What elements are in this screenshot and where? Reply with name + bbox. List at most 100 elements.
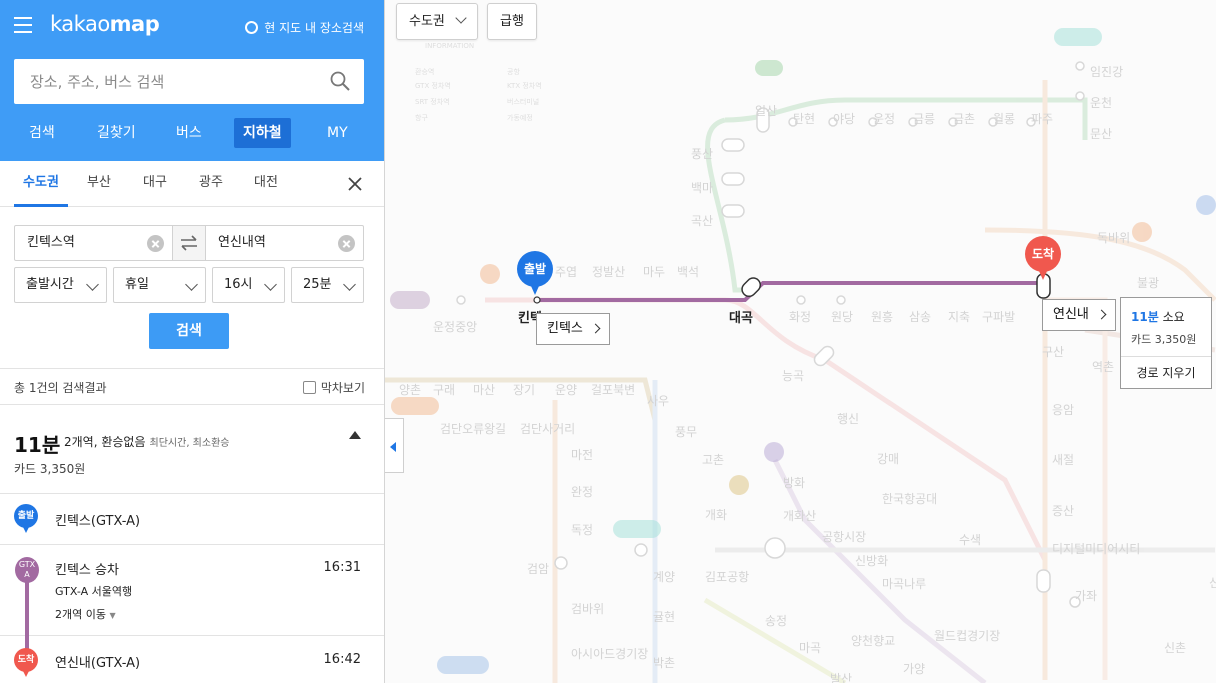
search-input[interactable] bbox=[14, 59, 314, 104]
day-select[interactable]: 휴일 bbox=[113, 267, 206, 303]
menu-icon[interactable] bbox=[14, 17, 32, 33]
arrival-badge: 도착 bbox=[14, 648, 38, 672]
background-station-label: 풍무 bbox=[675, 425, 698, 439]
route-search-button[interactable]: 검색 bbox=[149, 313, 229, 349]
start-pin[interactable]: 출발 bbox=[517, 251, 553, 299]
tab-search[interactable]: 검색 bbox=[29, 118, 55, 148]
tab-subway[interactable]: 지하철 bbox=[234, 118, 291, 148]
route-summary[interactable]: 11분 2개역, 환승없음 최단시간, 최소환승 카드 3,350원 bbox=[0, 405, 384, 494]
route-fare: 카드 3,350원 bbox=[14, 462, 86, 476]
caret-down-icon: ▼ bbox=[109, 611, 116, 620]
chevron-down-icon bbox=[264, 278, 277, 291]
arrival-station: 연신내(GTX-A) bbox=[55, 656, 141, 671]
end-station-callout[interactable]: 연신내 bbox=[1042, 299, 1116, 331]
clear-route-button[interactable]: 경로 지우기 bbox=[1121, 356, 1211, 388]
background-station-label: 백마 bbox=[691, 181, 714, 195]
background-station-label: 응암 bbox=[1052, 403, 1075, 417]
hour-select[interactable]: 16시 bbox=[212, 267, 285, 303]
start-station-callout[interactable]: 킨텍스 bbox=[536, 313, 610, 345]
chevron-down-icon bbox=[185, 278, 198, 291]
background-station-label: 문산 bbox=[1090, 127, 1113, 141]
region-select[interactable]: 수도권 bbox=[396, 3, 478, 40]
tab-directions[interactable]: 길찾기 bbox=[97, 118, 136, 148]
background-station-label: 김포공항 bbox=[705, 570, 750, 584]
last-train-checkbox[interactable]: 막차보기 bbox=[302, 379, 365, 396]
radio-icon bbox=[245, 21, 259, 34]
swap-button[interactable] bbox=[172, 226, 206, 260]
clear-destination-icon[interactable] bbox=[338, 235, 355, 252]
background-station-label: 백석 bbox=[677, 265, 700, 279]
search-icon[interactable] bbox=[330, 71, 350, 91]
city-tabs: 수도권 부산 대구 광주 대전 bbox=[0, 161, 384, 207]
background-station-label: 송정 bbox=[765, 614, 788, 628]
stops-toggle[interactable]: 2개역 이동 ▼ bbox=[55, 606, 116, 622]
background-station-label: 개화산 bbox=[783, 509, 817, 523]
boarding-station: 킨텍스 승차 bbox=[55, 563, 119, 578]
time-mode-select[interactable]: 출발시간 bbox=[14, 267, 107, 303]
map-area-search-label: 현 지도 내 장소검색 bbox=[264, 21, 364, 35]
background-station-label: 신방화 bbox=[855, 554, 889, 568]
start-callout-text: 킨텍스 bbox=[547, 321, 583, 336]
destination-field[interactable]: 연신내역 bbox=[206, 226, 363, 260]
main-tabs: 검색 길찾기 버스 지하철 MY bbox=[0, 118, 384, 150]
background-station-label: 계양 bbox=[653, 570, 676, 584]
route-line bbox=[25, 580, 29, 652]
background-station-label: 증산 bbox=[1052, 504, 1075, 518]
background-station-label: 삼송 bbox=[909, 310, 932, 324]
city-tab-daegu[interactable]: 대구 bbox=[140, 161, 170, 207]
background-station-label: 걸포북변 bbox=[591, 383, 636, 397]
origin-field[interactable]: 킨텍스역 bbox=[15, 226, 172, 260]
background-station-label: 운정 bbox=[873, 112, 896, 126]
collapse-up-icon[interactable] bbox=[349, 431, 361, 439]
city-tab-daejeon[interactable]: 대전 bbox=[251, 161, 281, 207]
map-area-search-toggle[interactable]: 현 지도 내 장소검색 bbox=[245, 19, 364, 36]
route-tags: 최단시간, 최소환승 bbox=[149, 438, 230, 449]
svg-text:KTX 정차역: KTX 정차역 bbox=[507, 81, 542, 90]
line-direction: GTX-A 서울역행 bbox=[55, 585, 133, 598]
background-station-label: 운양 bbox=[555, 383, 578, 397]
popup-duration: 11분 소요 bbox=[1131, 308, 1185, 325]
city-tab-busan[interactable]: 부산 bbox=[84, 161, 114, 207]
stops-count: 2개역 이동 bbox=[55, 608, 106, 621]
background-station-label: 양천향교 bbox=[851, 634, 896, 648]
logo[interactable]: kakaomap bbox=[50, 12, 160, 36]
city-tab-gwangju[interactable]: 광주 bbox=[196, 161, 226, 207]
minute-value: 25분 bbox=[303, 277, 332, 292]
background-station-label: 독바위 bbox=[1097, 231, 1131, 245]
background-station-label: 검암 bbox=[527, 562, 550, 576]
minute-select[interactable]: 25분 bbox=[291, 267, 364, 303]
daegok-station-label: 대곡 bbox=[729, 311, 753, 326]
close-icon[interactable] bbox=[348, 177, 362, 191]
background-station-label: 일산 bbox=[755, 104, 778, 118]
chevron-down-icon bbox=[86, 278, 99, 291]
svg-text:환승역: 환승역 bbox=[415, 67, 434, 76]
background-station-label: 능곡 bbox=[782, 369, 805, 383]
tab-my[interactable]: MY bbox=[327, 118, 348, 148]
subway-map[interactable]: INFORMATION 환승역 GTX 정차역 SRT 정차역 항구 공항 KTX 정차… bbox=[385, 0, 1216, 683]
logo-bold: map bbox=[109, 12, 160, 36]
express-button[interactable]: 급행 bbox=[487, 3, 537, 40]
end-pin[interactable]: 도착 bbox=[1025, 236, 1061, 284]
background-station-label: 화정 bbox=[789, 310, 812, 324]
background-station-label: 금릉 bbox=[913, 112, 936, 126]
chevron-right-icon bbox=[590, 323, 601, 334]
svg-text:가동예정: 가동예정 bbox=[507, 113, 533, 122]
background-station-label: 고촌 bbox=[702, 453, 725, 467]
tab-bus[interactable]: 버스 bbox=[176, 118, 202, 148]
clear-origin-icon[interactable] bbox=[147, 235, 164, 252]
background-station-label: 마전 bbox=[571, 448, 594, 462]
background-station-label: 검단사거리 bbox=[520, 422, 576, 436]
city-tab-seoul[interactable]: 수도권 bbox=[14, 161, 68, 207]
background-station-label: 양촌 bbox=[399, 383, 422, 397]
panel-collapse-button[interactable] bbox=[385, 418, 404, 473]
background-station-label: 금촌 bbox=[953, 112, 976, 126]
svg-text:SRT 정차역: SRT 정차역 bbox=[415, 97, 450, 106]
background-station-label: 마산 bbox=[473, 383, 496, 397]
background-station-label: 아시아드경기장 bbox=[571, 647, 649, 661]
background-station-label: 원당 bbox=[831, 310, 854, 324]
station-inputs: 킨텍스역 연신내역 bbox=[14, 225, 364, 261]
origin-value: 킨텍스역 bbox=[27, 235, 75, 250]
boarding-time: 16:31 bbox=[323, 560, 361, 575]
background-station-label: 구래 bbox=[433, 383, 456, 397]
background-station-label: 야당 bbox=[833, 112, 856, 126]
